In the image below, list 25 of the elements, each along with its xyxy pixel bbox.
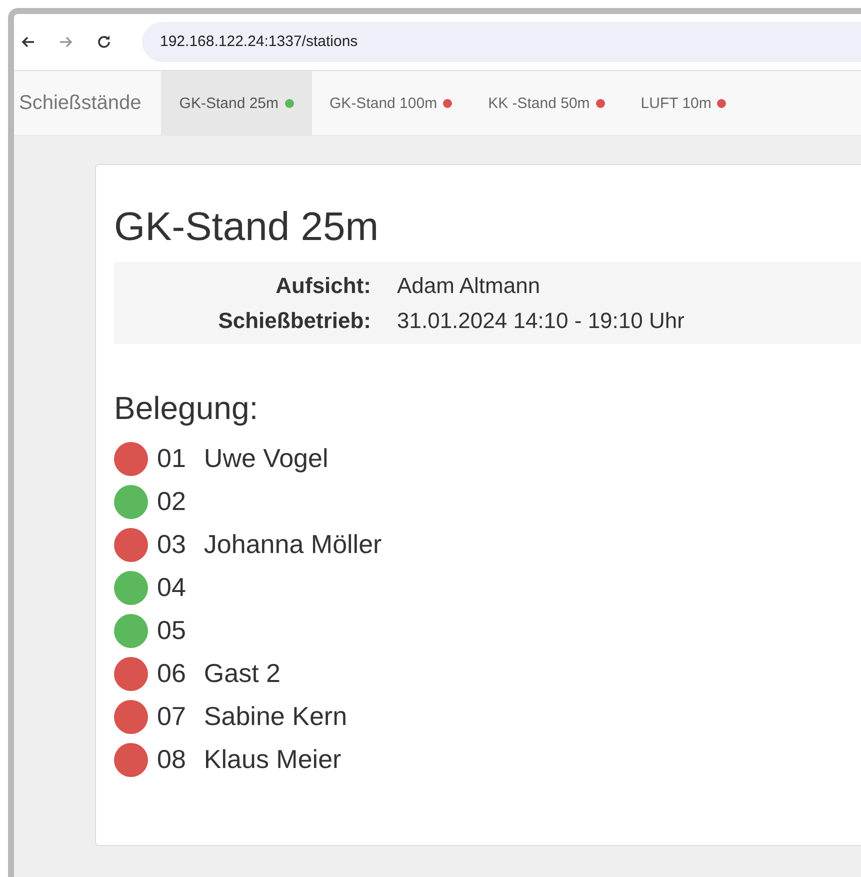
lane-number: 04 [157,572,186,603]
station-tab[interactable]: GK-Stand 100m [312,71,470,135]
lane-number: 02 [157,486,186,517]
shooter-name: Klaus Meier [204,744,342,775]
lane-number: 08 [157,744,186,775]
shooter-name: Johanna Möller [204,529,382,560]
info-label: Schießbetrieb: [217,307,372,335]
info-label: Aufsicht: [274,272,372,300]
shooter-name: Gast 2 [204,658,281,689]
lane-number: 07 [157,701,186,732]
shooter-name: Uwe Vogel [204,443,328,474]
lane-number: 03 [157,529,186,560]
info-value: 31.01.2024 14:10 - 19:10 Uhr [397,307,684,335]
brand-title[interactable]: Schießstände [14,71,162,135]
station-tab[interactable]: KK -Stand 50m [470,71,623,135]
station-title: GK-Stand 25m [114,205,380,250]
occupancy-heading: Belegung: [114,390,260,427]
station-tab[interactable]: GK-Stand 25m [161,71,312,135]
info-value: Adam Altmann [397,272,540,300]
lane-number: 05 [157,615,186,646]
address-bar[interactable]: 192.168.122.24:1337/stations [142,22,861,62]
lane-number: 01 [157,443,186,474]
lane-number: 06 [157,658,186,689]
station-tab[interactable]: LUFT 10m [622,71,744,135]
shooter-name: Sabine Kern [204,701,348,732]
